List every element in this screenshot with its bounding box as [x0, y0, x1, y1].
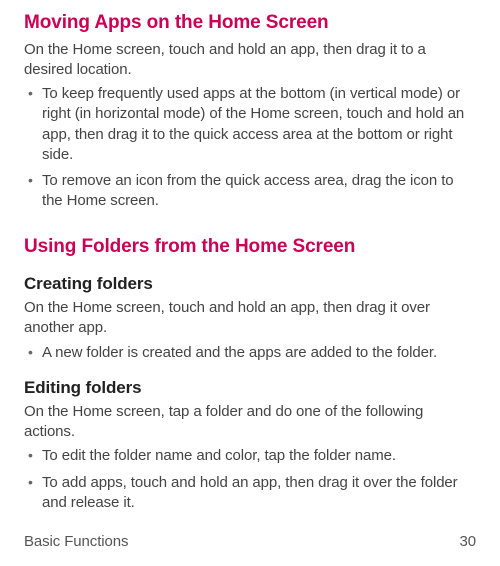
list-item: A new folder is created and the apps are…: [24, 343, 476, 363]
subheading-editing-folders: Editing folders: [24, 377, 476, 400]
heading-moving-apps: Moving Apps on the Home Screen: [24, 10, 476, 36]
bullets-editing-folders: To edit the folder name and color, tap t…: [24, 446, 476, 513]
intro-editing-folders: On the Home screen, tap a folder and do …: [24, 402, 476, 443]
subheading-creating-folders: Creating folders: [24, 273, 476, 296]
intro-creating-folders: On the Home screen, touch and hold an ap…: [24, 298, 476, 339]
intro-moving-apps: On the Home screen, touch and hold an ap…: [24, 40, 476, 81]
list-item: To keep frequently used apps at the bott…: [24, 84, 476, 165]
list-item: To add apps, touch and hold an app, then…: [24, 473, 476, 514]
footer-page-number: 30: [460, 532, 477, 552]
page-footer: Basic Functions 30: [24, 532, 476, 552]
bullets-moving-apps: To keep frequently used apps at the bott…: [24, 84, 476, 212]
list-item: To remove an icon from the quick access …: [24, 171, 476, 212]
bullets-creating-folders: A new folder is created and the apps are…: [24, 343, 476, 363]
list-item: To edit the folder name and color, tap t…: [24, 446, 476, 466]
footer-section: Basic Functions: [24, 532, 128, 552]
heading-using-folders: Using Folders from the Home Screen: [24, 234, 476, 260]
